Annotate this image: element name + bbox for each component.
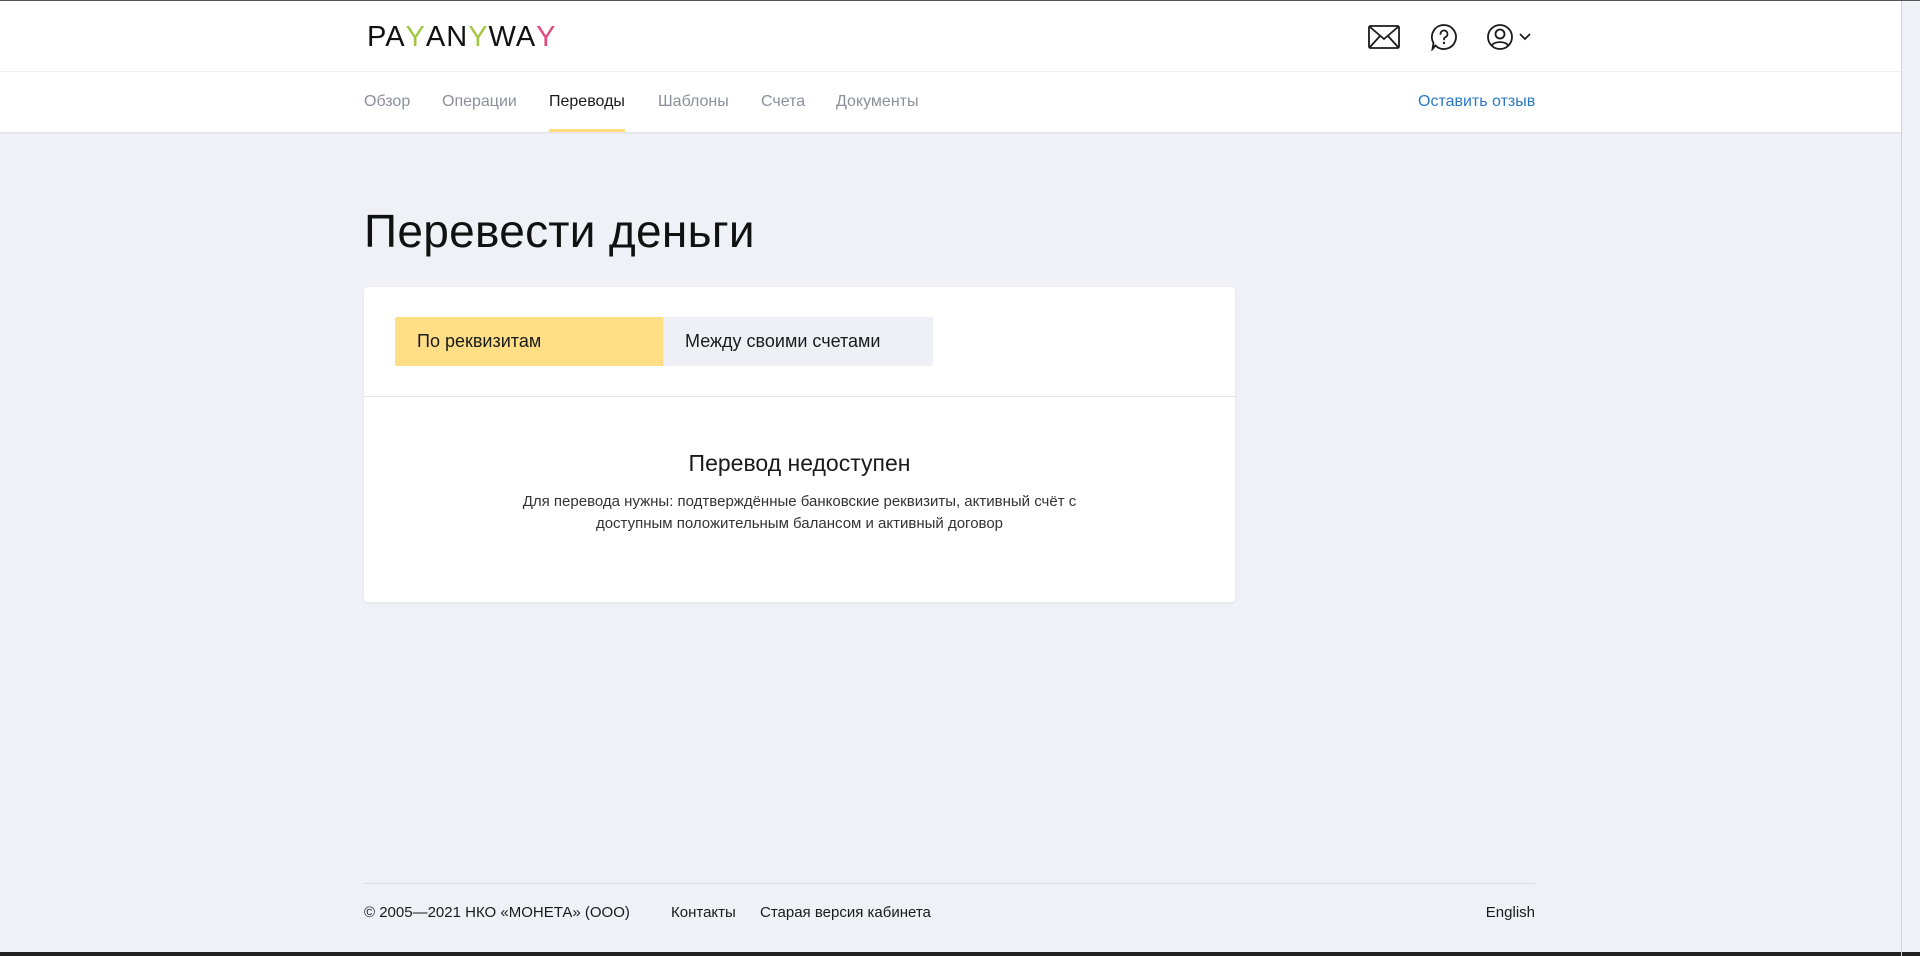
page: PA Y AN Y WA Y Обзор Операции Переводы Ш… bbox=[0, 0, 1920, 956]
transfer-tabs: По реквизитам Между своими счетами bbox=[395, 317, 933, 366]
nav-item-overview[interactable]: Обзор bbox=[364, 72, 410, 132]
footer-divider bbox=[364, 883, 1535, 884]
logo-part: WA bbox=[488, 20, 537, 53]
help-icon bbox=[1431, 24, 1457, 51]
unavailable-title: Перевод недоступен bbox=[688, 450, 911, 476]
old-version-link[interactable]: Старая версия кабинета bbox=[760, 904, 931, 921]
mail-icon bbox=[1368, 25, 1400, 49]
feedback-link[interactable]: Оставить отзыв bbox=[1418, 72, 1535, 132]
chevron-down-icon bbox=[1519, 33, 1531, 41]
nav-item-transfers[interactable]: Переводы bbox=[549, 72, 625, 132]
logo-part: PA bbox=[367, 20, 406, 53]
user-menu-button[interactable] bbox=[1486, 20, 1536, 54]
nav-item-documents[interactable]: Документы bbox=[836, 72, 918, 132]
tab-by-details[interactable]: По реквизитам bbox=[395, 317, 663, 366]
logo-part: Y bbox=[536, 20, 557, 53]
window-bottom-bar bbox=[0, 952, 1920, 956]
nav-item-accounts[interactable]: Счета bbox=[761, 72, 805, 132]
logo-part: AN bbox=[425, 20, 469, 53]
header-top: PA Y AN Y WA Y bbox=[0, 1, 1901, 72]
contacts-link[interactable]: Контакты bbox=[671, 904, 736, 921]
header: PA Y AN Y WA Y Обзор Операции Переводы Ш… bbox=[0, 1, 1901, 132]
transfer-card: По реквизитам Между своими счетами Перев… bbox=[364, 287, 1235, 602]
payanyway-logo[interactable]: PA Y AN Y WA Y bbox=[367, 21, 557, 53]
unavailable-description: Для перевода нужны: подтверждённые банко… bbox=[522, 493, 1077, 532]
nav-item-operations[interactable]: Операции bbox=[442, 72, 517, 132]
page-title: Перевести деньги bbox=[364, 205, 755, 257]
tab-between-own-accounts[interactable]: Между своими счетами bbox=[663, 317, 933, 366]
help-button[interactable] bbox=[1427, 20, 1461, 54]
user-icon bbox=[1487, 24, 1513, 50]
main-nav: Обзор Операции Переводы Шаблоны Счета До… bbox=[0, 72, 1901, 132]
mail-button[interactable] bbox=[1367, 20, 1401, 54]
logo-part: Y bbox=[468, 20, 489, 53]
footer: © 2005—2021 НКО «МОНЕТА» (ООО) Контакты … bbox=[364, 904, 1535, 924]
logo-part: Y bbox=[405, 20, 426, 53]
card-divider bbox=[364, 396, 1235, 397]
nav-item-templates[interactable]: Шаблоны bbox=[658, 72, 729, 132]
copyright: © 2005—2021 НКО «МОНЕТА» (ООО) bbox=[364, 904, 630, 921]
language-switch[interactable]: English bbox=[1486, 904, 1535, 921]
